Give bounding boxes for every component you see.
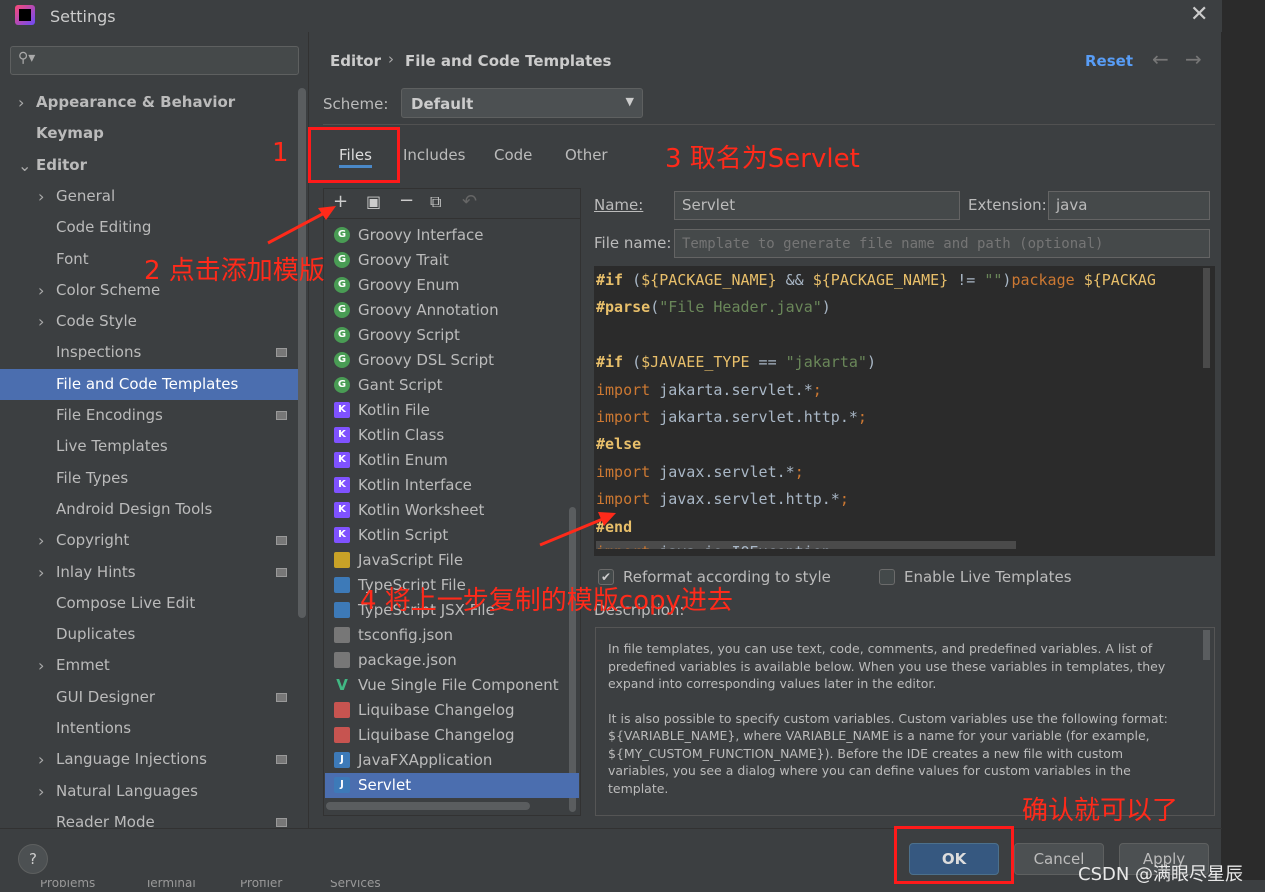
watermark: CSDN @满眼尽星辰 bbox=[1078, 864, 1244, 885]
arrowhead-add bbox=[318, 206, 336, 220]
arrow-to-add-icon bbox=[267, 208, 331, 245]
annotation-arrows bbox=[267, 206, 616, 547]
arrow-to-code bbox=[539, 514, 611, 547]
